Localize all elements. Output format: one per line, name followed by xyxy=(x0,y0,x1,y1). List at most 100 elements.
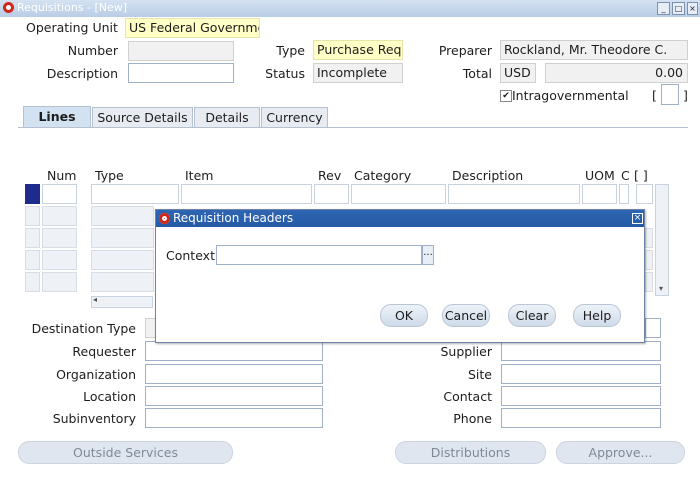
line-description-field[interactable] xyxy=(448,184,580,204)
outside-services-button[interactable]: Outside Services xyxy=(18,441,233,464)
description-field[interactable] xyxy=(128,63,234,83)
vertical-scrollbar[interactable] xyxy=(655,184,669,296)
maximize-icon[interactable]: □ xyxy=(672,2,685,15)
phone-field[interactable] xyxy=(501,408,661,428)
dff-bracket-left: [ xyxy=(652,88,657,103)
window-title: Requisitions - [New] xyxy=(17,1,128,14)
empty-cell xyxy=(91,250,154,270)
type-label: Type xyxy=(276,43,305,58)
supplier-field[interactable] xyxy=(501,341,661,361)
minimize-icon[interactable]: _ xyxy=(657,2,670,15)
col-rev: Rev xyxy=(318,168,342,183)
row-selector[interactable] xyxy=(25,228,40,248)
operating-unit-field[interactable]: US Federal Governme xyxy=(125,18,260,38)
line-type-field[interactable] xyxy=(91,184,179,204)
row-selector[interactable] xyxy=(25,250,40,270)
line-c-field[interactable] xyxy=(619,184,629,204)
organization-label: Organization xyxy=(56,367,136,382)
intragovernmental-checkbox[interactable]: ✔ xyxy=(500,90,512,102)
operating-unit-label: Operating Unit xyxy=(26,20,118,35)
context-field[interactable] xyxy=(216,245,422,265)
tab-details[interactable]: Details xyxy=(194,107,260,127)
line-rev-field[interactable] xyxy=(314,184,349,204)
contact-label: Contact xyxy=(443,389,492,404)
empty-cell xyxy=(645,228,653,248)
phone-label: Phone xyxy=(453,411,492,426)
col-description: Description xyxy=(452,168,524,183)
tab-currency[interactable]: Currency xyxy=(261,107,328,127)
distributions-button[interactable]: Distributions xyxy=(395,441,546,464)
empty-cell xyxy=(91,228,154,248)
line-dff-field[interactable] xyxy=(636,184,653,204)
scroll-down-icon[interactable]: ▾ xyxy=(656,284,666,293)
preparer-label: Preparer xyxy=(438,43,492,58)
horizontal-scrollbar[interactable] xyxy=(91,296,153,308)
col-num: Num xyxy=(47,168,77,183)
window-titlebar: Requisitions - [New] _ □ × xyxy=(0,0,700,17)
status-label: Status xyxy=(265,66,305,81)
destination-type-label: Destination Type xyxy=(31,321,136,336)
cancel-button[interactable]: Cancel xyxy=(442,304,490,327)
requester-label: Requester xyxy=(72,344,136,359)
col-type: Type xyxy=(95,168,124,183)
line-num-field[interactable] xyxy=(42,184,77,204)
empty-cell xyxy=(645,250,653,270)
line-uom-field[interactable] xyxy=(582,184,617,204)
tab-source-details[interactable]: Source Details xyxy=(92,107,193,127)
dialog-title: Requisition Headers xyxy=(173,211,294,225)
tab-lines[interactable]: Lines xyxy=(23,106,91,128)
currency-field: USD xyxy=(500,63,536,83)
empty-cell xyxy=(645,272,653,292)
site-field[interactable] xyxy=(501,364,661,384)
current-record-indicator[interactable] xyxy=(25,184,40,204)
intragovernmental-label: Intragovernmental xyxy=(512,88,629,103)
help-button[interactable]: Help xyxy=(573,304,621,327)
close-icon[interactable]: × xyxy=(632,213,643,224)
col-uom: UOM xyxy=(585,168,615,183)
empty-cell xyxy=(42,206,77,226)
oracle-logo-icon xyxy=(3,2,14,13)
subinventory-field[interactable] xyxy=(145,408,323,428)
subinventory-label: Subinventory xyxy=(52,411,136,426)
dialog-titlebar: Requisition Headers × xyxy=(156,210,644,227)
supplier-label: Supplier xyxy=(440,344,492,359)
col-item: Item xyxy=(185,168,214,183)
empty-cell xyxy=(91,206,154,226)
contact-field[interactable] xyxy=(501,386,661,406)
line-category-field[interactable] xyxy=(351,184,446,204)
approve-button[interactable]: Approve... xyxy=(556,441,685,464)
scroll-left-icon[interactable]: ◂ xyxy=(93,295,97,304)
organization-field[interactable] xyxy=(145,364,323,384)
total-label: Total xyxy=(462,66,492,81)
total-field: 0.00 xyxy=(545,63,688,83)
empty-cell xyxy=(42,228,77,248)
requester-field[interactable] xyxy=(145,341,323,361)
line-item-field[interactable] xyxy=(181,184,312,204)
status-field: Incomplete xyxy=(313,63,403,83)
col-dff: [ ] xyxy=(634,168,648,183)
col-category: Category xyxy=(354,168,412,183)
tab-divider xyxy=(18,127,688,128)
description-label: Description xyxy=(46,66,118,81)
location-field[interactable] xyxy=(145,386,323,406)
context-label: Context xyxy=(166,248,215,263)
empty-cell xyxy=(42,272,77,292)
preparer-field: Rockland, Mr. Theodore C. xyxy=(500,40,688,60)
number-field[interactable] xyxy=(128,41,234,61)
row-selector[interactable] xyxy=(25,272,40,292)
empty-cell xyxy=(91,272,154,292)
row-selector[interactable] xyxy=(25,206,40,226)
close-icon[interactable]: × xyxy=(687,2,698,15)
clear-button[interactable]: Clear xyxy=(508,304,556,327)
location-label: Location xyxy=(83,389,136,404)
type-field[interactable]: Purchase Requ xyxy=(313,40,403,60)
oracle-logo-icon xyxy=(159,213,170,224)
empty-cell xyxy=(42,250,77,270)
col-c: C xyxy=(621,168,630,183)
list-of-values-icon[interactable]: ... xyxy=(422,245,434,265)
ok-button[interactable]: OK xyxy=(380,304,428,327)
dff-bracket-right: ] xyxy=(683,88,688,103)
number-label: Number xyxy=(67,43,118,58)
dff-field[interactable] xyxy=(661,84,679,105)
destination-right-field[interactable] xyxy=(645,318,661,338)
